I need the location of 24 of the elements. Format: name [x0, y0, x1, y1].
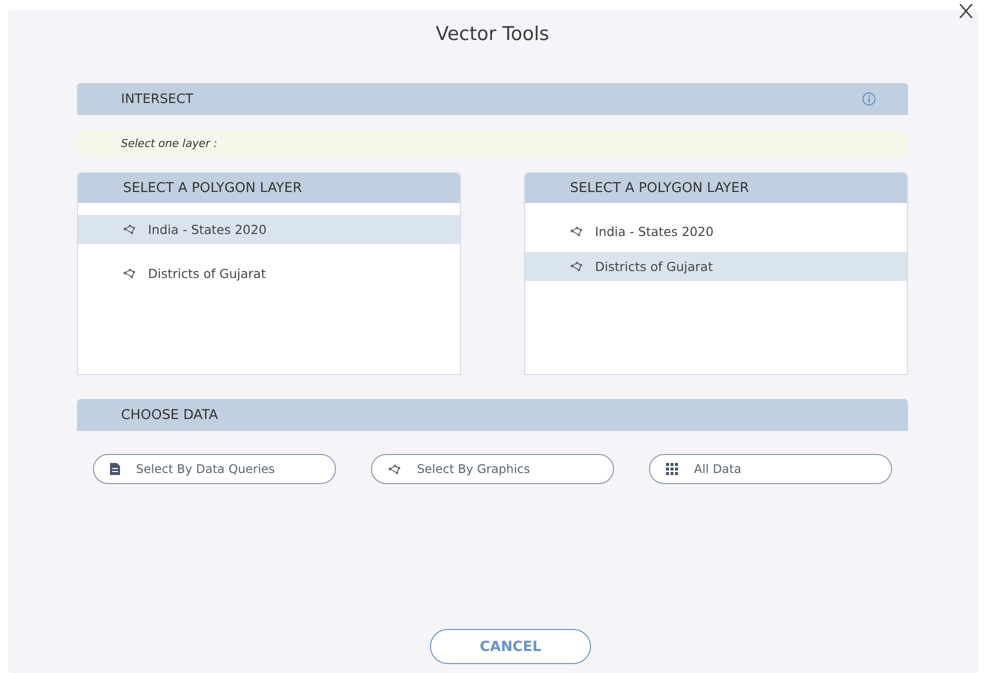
layer-name: Districts of Gujarat [148, 266, 266, 281]
data-option-button[interactable]: All Data [649, 454, 892, 484]
panel-header: SELECT A POLYGON LAYER [78, 173, 460, 203]
layer-item[interactable]: Districts of Gujarat [525, 252, 907, 281]
layer-item[interactable]: India - States 2020 [525, 217, 907, 246]
layer-name: Districts of Gujarat [595, 259, 713, 274]
hint-text: Select one layer : [77, 130, 908, 157]
layer-item[interactable]: Districts of Gujarat [78, 259, 460, 288]
layer-icon [570, 261, 583, 272]
layer-name: India - States 2020 [148, 222, 267, 237]
section-header: CHOOSE DATA [77, 399, 908, 431]
panel-header: SELECT A POLYGON LAYER [525, 173, 907, 203]
graphics-icon [388, 464, 401, 474]
grid-icon [666, 463, 678, 475]
data-option-button[interactable]: Select By Graphics [371, 454, 614, 484]
dialog-title: Vector Tools [434, 23, 550, 47]
layer-item[interactable]: India - States 2020 [78, 215, 460, 244]
layer-icon [123, 224, 136, 235]
document-icon [110, 463, 120, 475]
section-title: INTERSECT [121, 92, 194, 106]
layer-icon [123, 268, 136, 279]
layer-icon [570, 226, 583, 237]
data-option-button[interactable]: Select By Data Queries [93, 454, 336, 484]
layer-name: India - States 2020 [595, 224, 714, 239]
